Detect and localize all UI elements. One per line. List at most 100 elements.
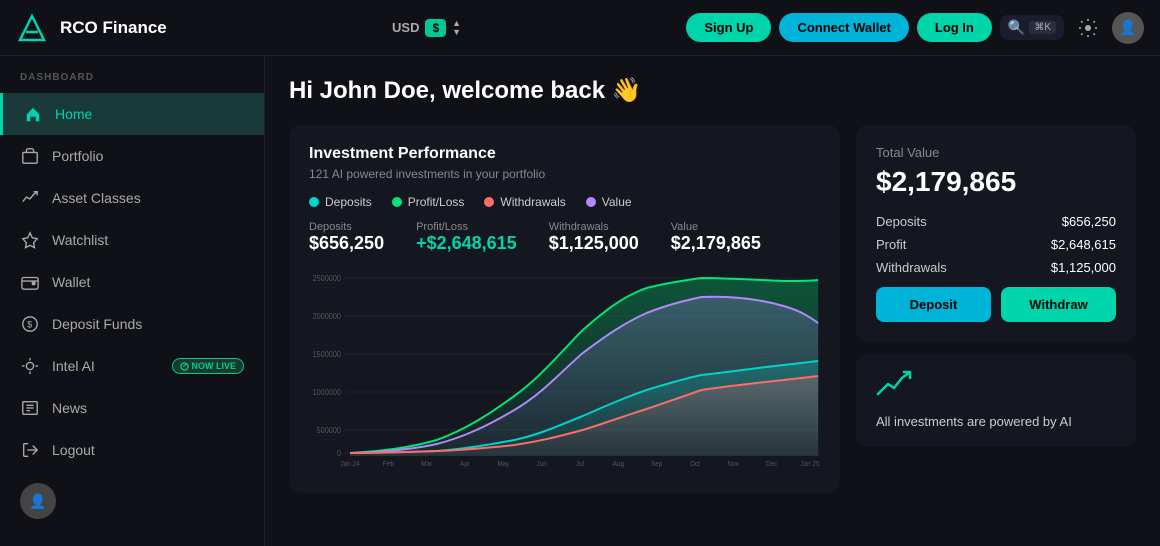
wallet-icon [20,272,40,292]
sidebar-item-portfolio[interactable]: Portfolio [0,135,264,177]
tv-profit-label: Profit [876,237,906,252]
sidebar-item-watchlist[interactable]: Watchlist [0,219,264,261]
login-button[interactable]: Log In [917,13,992,42]
legend-dot-value [586,197,596,207]
tv-row-deposits: Deposits $656,250 [876,214,1116,229]
chart-title: Investment Performance [309,145,820,163]
connect-wallet-button[interactable]: Connect Wallet [779,13,908,42]
main-content: Hi John Doe, welcome back 👋 Investment P… [265,56,1160,546]
sidebar-user-section: 👤 [0,471,264,531]
trending-up-icon [876,370,912,405]
currency-badge: $ [425,19,446,37]
header-left: RCO Finance [16,12,167,44]
sidebar-label-asset-classes: Asset Classes [52,190,141,206]
sidebar-item-logout[interactable]: Logout [0,429,264,471]
svg-text:1500000: 1500000 [313,350,341,359]
currency-label: USD [392,20,419,35]
chart-value-deposits: Deposits $656,250 [309,221,384,254]
svg-text:2000000: 2000000 [313,312,341,321]
svg-text:Sep: Sep [651,461,663,468]
legend-item-value: Value [586,195,632,209]
sidebar-label-portfolio: Portfolio [52,148,103,164]
tv-withdrawals-value: $1,125,000 [1051,260,1116,275]
investment-chart: 2500000 2000000 1500000 1000000 500000 0 [309,268,820,468]
search-icon: 🔍 [1008,19,1025,36]
chart-values-row: Deposits $656,250 Profit/Loss +$2,648,61… [309,221,820,254]
sidebar-label-intel-ai: Intel AI [52,358,95,374]
brand-name: RCO Finance [60,18,167,38]
total-value-label: Total Value [876,145,1116,160]
svg-text:Oct: Oct [690,461,700,468]
tv-deposits-value: $656,250 [1062,214,1116,229]
news-icon [20,398,40,418]
withdraw-button[interactable]: Withdraw [1001,287,1116,322]
legend-dot-profit [392,197,402,207]
tv-withdrawals-label: Withdrawals [876,260,947,275]
svg-text:$: $ [27,320,32,330]
svg-text:Dec: Dec [766,461,778,468]
legend-item-profit: Profit/Loss [392,195,465,209]
chart-subtitle: 121 AI powered investments in your portf… [309,167,820,181]
sidebar: DASHBOARD Home Portfolio Asset Classes W… [0,56,265,546]
chart-value-withdrawals: Withdrawals $1,125,000 [549,221,639,254]
svg-text:2500000: 2500000 [313,274,341,283]
total-value-amount: $2,179,865 [876,166,1116,198]
legend-dot-deposits [309,197,319,207]
currency-selector[interactable]: USD $ ▲▼ [392,19,461,37]
ai-text: All investments are powered by AI [876,413,1072,431]
legend-item-withdrawals: Withdrawals [484,195,565,209]
svg-text:500000: 500000 [317,426,341,435]
watchlist-icon [20,230,40,250]
right-panel: Total Value $2,179,865 Deposits $656,250… [856,125,1136,493]
sidebar-item-asset-classes[interactable]: Asset Classes [0,177,264,219]
header-right: Sign Up Connect Wallet Log In 🔍 ⌘K 👤 [686,12,1144,44]
sidebar-label-watchlist: Watchlist [52,232,108,248]
svg-text:1000000: 1000000 [313,388,341,397]
main-grid: Investment Performance 121 AI powered in… [289,125,1136,493]
svg-text:Jan 25: Jan 25 [800,461,819,468]
tv-row-profit: Profit $2,648,615 [876,237,1116,252]
portfolio-icon [20,146,40,166]
now-live-badge: NOW LIVE [172,358,245,374]
legend-item-deposits: Deposits [309,195,372,209]
sidebar-item-wallet[interactable]: Wallet [0,261,264,303]
sidebar-item-intel-ai[interactable]: Intel AI NOW LIVE [0,345,264,387]
user-avatar[interactable]: 👤 [1112,12,1144,44]
tv-action-buttons: Deposit Withdraw [876,287,1116,322]
kbd-shortcut: ⌘K [1029,21,1056,34]
svg-text:Jun: Jun [537,461,548,468]
svg-text:0: 0 [337,449,341,458]
signup-button[interactable]: Sign Up [686,13,771,42]
intel-ai-icon [20,356,40,376]
deposit-button[interactable]: Deposit [876,287,991,322]
svg-text:Jan 24: Jan 24 [340,461,359,468]
chart-value-value: Value $2,179,865 [671,221,761,254]
sidebar-label-logout: Logout [52,442,95,458]
currency-arrows-icon: ▲▼ [452,19,461,37]
body: DASHBOARD Home Portfolio Asset Classes W… [0,56,1160,546]
search-box[interactable]: 🔍 ⌘K [1000,15,1064,40]
svg-text:Feb: Feb [383,461,394,468]
sidebar-label-deposit-funds: Deposit Funds [52,316,142,332]
svg-text:May: May [497,461,510,468]
sidebar-avatar: 👤 [20,483,56,519]
sidebar-label-home: Home [55,106,92,122]
deposit-funds-icon: $ [20,314,40,334]
logout-icon [20,440,40,460]
sidebar-item-home[interactable]: Home [0,93,264,135]
svg-text:Nov: Nov [728,461,740,468]
tv-profit-value: $2,648,615 [1051,237,1116,252]
asset-classes-icon [20,188,40,208]
sidebar-item-deposit-funds[interactable]: $ Deposit Funds [0,303,264,345]
ai-powered-card: All investments are powered by AI [856,354,1136,447]
brand-logo-icon [16,12,48,44]
settings-icon[interactable] [1072,12,1104,44]
total-value-card: Total Value $2,179,865 Deposits $656,250… [856,125,1136,342]
sidebar-item-news[interactable]: News [0,387,264,429]
svg-text:Mar: Mar [421,461,433,468]
home-icon [23,104,43,124]
svg-text:Aug: Aug [613,461,625,468]
svg-text:Jul: Jul [576,461,585,468]
investment-performance-card: Investment Performance 121 AI powered in… [289,125,840,493]
tv-deposits-label: Deposits [876,214,927,229]
